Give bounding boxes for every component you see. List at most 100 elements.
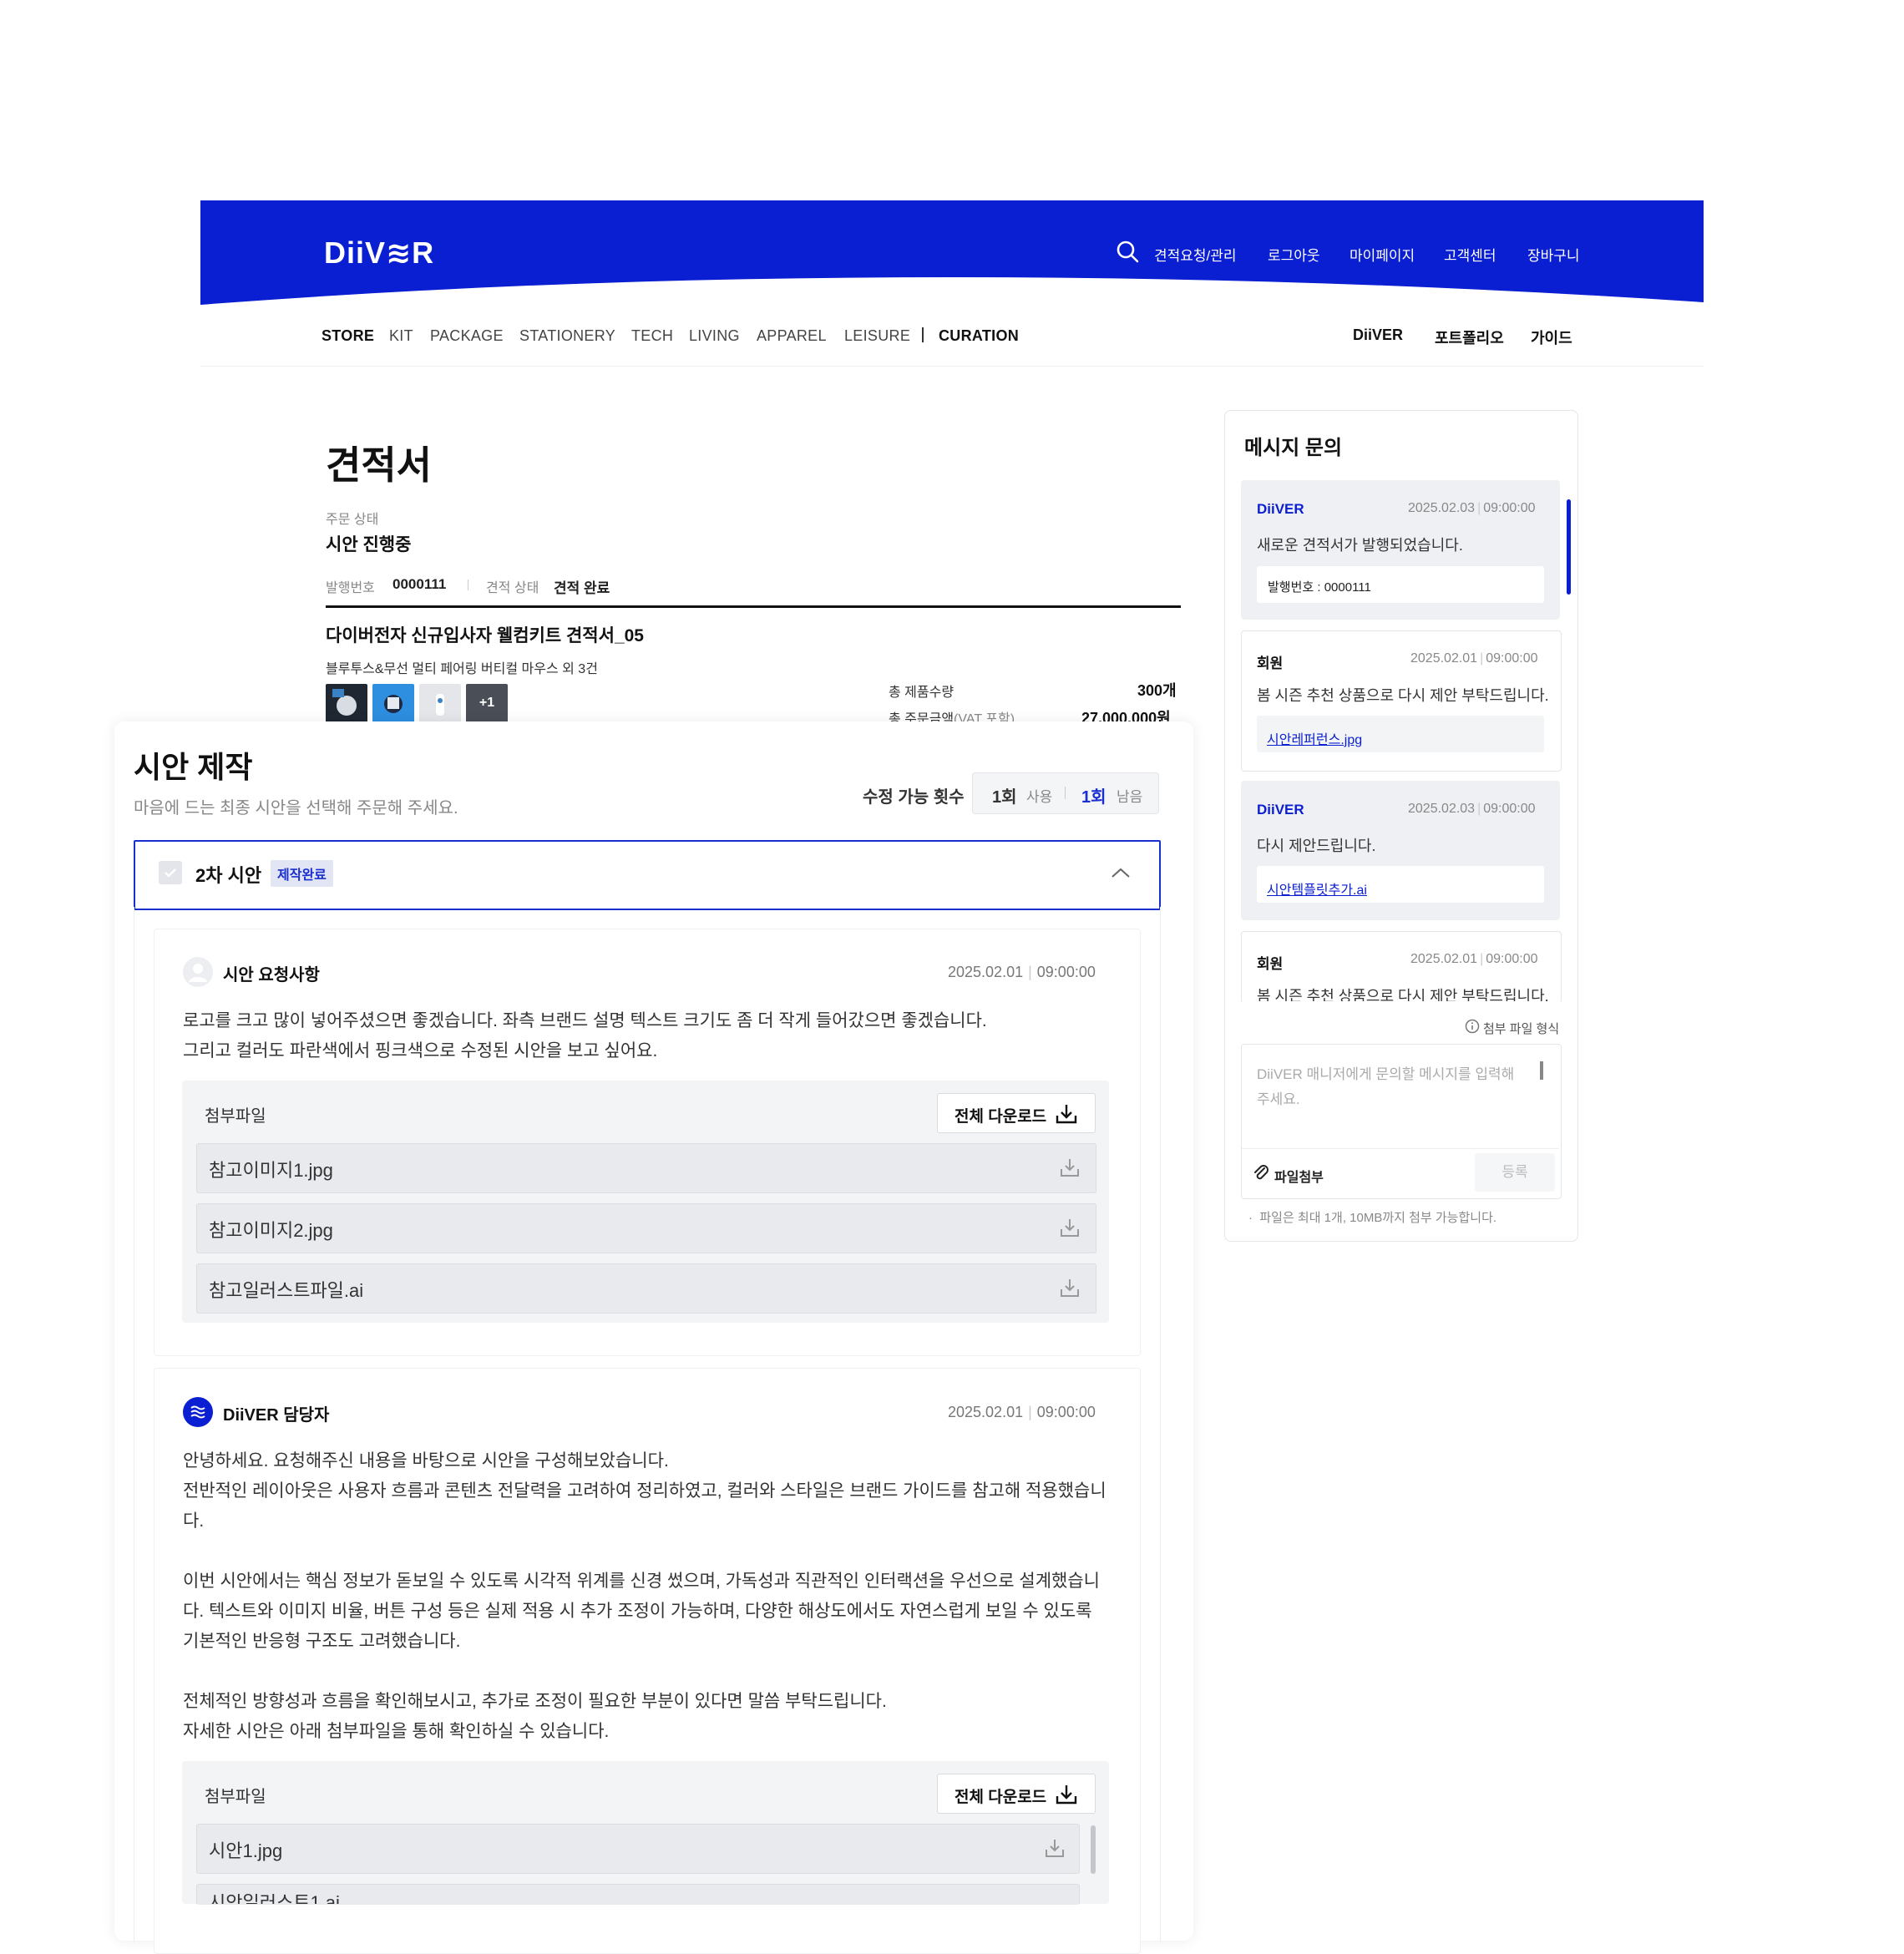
message-text: 다시 제안드립니다. bbox=[1257, 838, 1376, 854]
search-icon[interactable] bbox=[1116, 240, 1139, 263]
status-badge: 제작완료 bbox=[271, 860, 333, 887]
reply-text: 안녕하세요. 요청해주신 내용을 바탕으로 시안을 구성해보았습니다. 전반적인… bbox=[183, 1451, 1106, 1741]
attachment-link[interactable]: 시안템플릿추가.ai bbox=[1267, 878, 1367, 899]
cat-leisure[interactable]: LEISURE bbox=[844, 327, 910, 345]
download-icon bbox=[1055, 1783, 1078, 1806]
cat-store[interactable]: STORE bbox=[322, 327, 374, 345]
message-panel-title: 메시지 문의 bbox=[1244, 437, 1343, 459]
download-all-button[interactable]: 전체 다운로드 bbox=[937, 1774, 1096, 1814]
product-title: 다이버전자 신규입사자 웰컴키트 견적서_05 bbox=[326, 626, 644, 645]
attachment-label: 첨부파일 bbox=[205, 1788, 266, 1806]
nav-logout[interactable]: 로그아웃 bbox=[1268, 244, 1320, 265]
message-attachment-text: 발행번호 : 0000111 bbox=[1268, 580, 1371, 595]
used-count: 1회 bbox=[992, 788, 1017, 807]
quote-status: 견적 완료 bbox=[554, 580, 610, 596]
nav-diiver[interactable]: DiiVER bbox=[1353, 327, 1403, 344]
cat-package[interactable]: PACKAGE bbox=[430, 327, 504, 345]
nav-divider bbox=[922, 327, 924, 342]
nav-divider-line bbox=[200, 366, 1704, 367]
cat-living[interactable]: LIVING bbox=[689, 327, 740, 345]
left-count: 1회 bbox=[1081, 788, 1106, 807]
product-thumbnail[interactable] bbox=[419, 684, 461, 722]
message-text: 봄 시즌 추천 상품으로 다시 제안 부탁드립니다. bbox=[1257, 687, 1549, 704]
issue-no: 0000111 bbox=[392, 576, 447, 592]
site-logo[interactable]: DiiV≋R bbox=[324, 235, 434, 271]
file-name[interactable]: 시안일러스트1.ai bbox=[209, 1894, 340, 1904]
left-label: 남음 bbox=[1117, 789, 1143, 805]
more-thumbnails[interactable]: +1 bbox=[466, 684, 508, 722]
download-all-button[interactable]: 전체 다운로드 bbox=[937, 1093, 1096, 1133]
issue-no-label: 발행번호 bbox=[326, 581, 375, 595]
page-title: 견적서 bbox=[326, 443, 432, 487]
message-text: 새로운 견적서가 발행되었습니다. bbox=[1257, 537, 1463, 554]
message-datetime: 2025.02.01 | 09:00:00 bbox=[1410, 651, 1538, 666]
request-author: 시안 요청사항 bbox=[223, 966, 320, 985]
submit-button[interactable]: 등록 bbox=[1475, 1153, 1555, 1192]
nav-guide[interactable]: 가이드 bbox=[1531, 327, 1572, 348]
attachment-link[interactable]: 시안레퍼런스.jpg bbox=[1267, 728, 1362, 748]
cat-stationery[interactable]: STATIONERY bbox=[519, 327, 615, 345]
file-name[interactable]: 참고이미지1.jpg bbox=[209, 1156, 333, 1182]
file-name[interactable]: 시안1.jpg bbox=[209, 1836, 282, 1863]
message-datetime: 2025.02.01 | 09:00:00 bbox=[1410, 952, 1538, 966]
message-sender: 회원 bbox=[1257, 656, 1284, 671]
revision-label: 수정 가능 횟수 bbox=[863, 788, 965, 807]
file-row[interactable] bbox=[196, 1824, 1080, 1874]
total-qty-label: 총 제품수량 bbox=[889, 686, 955, 700]
order-status-label: 주문 상태 bbox=[326, 513, 379, 527]
nav-mypage[interactable]: 마이페이지 bbox=[1350, 244, 1415, 265]
select-checkbox[interactable] bbox=[159, 861, 182, 884]
counter-divider bbox=[1065, 787, 1066, 799]
message-datetime: 2025.02.03 | 09:00:00 bbox=[1408, 501, 1536, 515]
chevron-up-icon[interactable] bbox=[1111, 867, 1131, 878]
product-thumbnail[interactable] bbox=[372, 684, 414, 722]
message-sender: DiiVER bbox=[1257, 802, 1304, 818]
download-icon[interactable] bbox=[1059, 1157, 1081, 1178]
message-input[interactable]: DiiVER 매니저에게 문의할 메시지를 입력해 주세요. bbox=[1257, 1062, 1524, 1112]
modal-subtitle: 마음에 드는 최종 시안을 선택해 주문해 주세요. bbox=[134, 799, 458, 818]
download-all-label: 전체 다운로드 bbox=[955, 1789, 1047, 1806]
cat-curation[interactable]: CURATION bbox=[939, 327, 1019, 345]
cat-tech[interactable]: TECH bbox=[631, 327, 673, 345]
product-thumbnail[interactable] bbox=[326, 684, 367, 722]
download-icon[interactable] bbox=[1059, 1217, 1081, 1238]
user-avatar-icon bbox=[183, 957, 213, 987]
paperclip-icon[interactable] bbox=[1253, 1163, 1269, 1182]
download-all-label: 전체 다운로드 bbox=[955, 1108, 1047, 1126]
file-format-link[interactable]: 첨부 파일 형식 bbox=[1483, 1020, 1559, 1037]
cat-kit[interactable]: KIT bbox=[389, 327, 413, 345]
reply-datetime: 2025.02.01 | 09:00:00 bbox=[948, 1404, 1096, 1420]
cat-apparel[interactable]: APPAREL bbox=[757, 327, 827, 345]
title-rule bbox=[326, 605, 1181, 608]
used-label: 사용 bbox=[1026, 789, 1053, 805]
diiver-avatar-icon bbox=[183, 1397, 213, 1427]
file-name[interactable]: 참고일러스트파일.ai bbox=[209, 1276, 363, 1303]
nav-quote-manage[interactable]: 견적요청/관리 bbox=[1154, 244, 1237, 265]
nav-cart[interactable]: 장바구니 bbox=[1527, 244, 1580, 265]
nav-portfolio[interactable]: 포트폴리오 bbox=[1435, 327, 1504, 348]
file-attach-button[interactable]: 파일첨부 bbox=[1274, 1166, 1324, 1186]
file-name[interactable]: 참고이미지2.jpg bbox=[209, 1216, 333, 1243]
message-sender: 회원 bbox=[1257, 956, 1284, 972]
input-divider bbox=[1242, 1148, 1559, 1149]
download-icon[interactable] bbox=[1044, 1837, 1066, 1859]
text-cursor bbox=[1540, 1061, 1543, 1080]
download-icon[interactable] bbox=[1059, 1277, 1081, 1298]
reply-author: DiiVER 담당자 bbox=[223, 1406, 330, 1425]
message-text: 봄 시즌 추천 상품으로 다시 제안 부탁드립니다. bbox=[1257, 988, 1549, 1001]
product-subtitle: 블루투스&무선 멀티 페어링 버티컬 마우스 외 3건 bbox=[326, 662, 598, 676]
nav-customer-center[interactable]: 고객센터 bbox=[1444, 244, 1496, 265]
scrollbar[interactable] bbox=[1091, 1825, 1096, 1874]
attachment-label: 첨부파일 bbox=[205, 1107, 266, 1126]
message-scrollbar[interactable] bbox=[1567, 499, 1571, 595]
total-qty: 300개 bbox=[1137, 682, 1177, 699]
quote-status-label: 견적 상태 bbox=[486, 581, 539, 595]
request-text: 로고를 크고 많이 넣어주셨으면 좋겠습니다. 좌측 브랜드 설명 텍스트 크기… bbox=[183, 1011, 987, 1061]
request-datetime: 2025.02.01 | 09:00:00 bbox=[948, 964, 1096, 980]
upload-note: · 파일은 최대 1개, 10MB까지 첨부 가능합니다. bbox=[1248, 1211, 1497, 1225]
download-icon bbox=[1055, 1102, 1078, 1126]
modal-title: 시안 제작 bbox=[134, 750, 253, 784]
message-sender: DiiVER bbox=[1257, 501, 1304, 517]
round-title: 2차 시안 bbox=[195, 865, 262, 886]
order-status: 시안 진행중 bbox=[326, 535, 412, 554]
